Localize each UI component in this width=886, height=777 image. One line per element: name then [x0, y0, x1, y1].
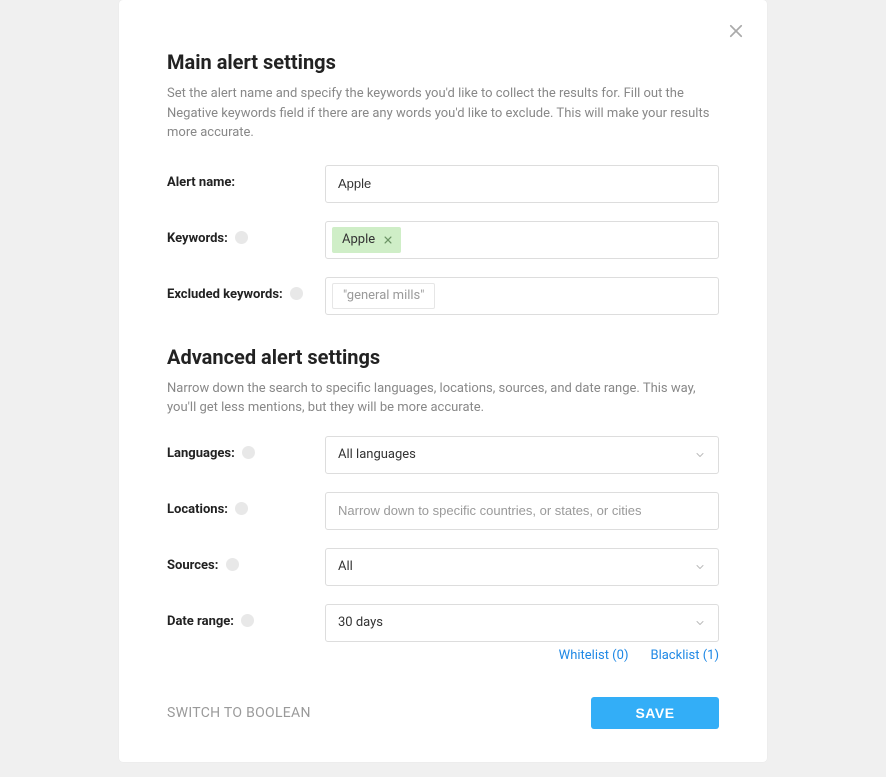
languages-label: Languages:: [167, 446, 235, 461]
remove-tag-icon[interactable]: [381, 233, 395, 247]
main-settings-title: Main alert settings: [167, 0, 719, 74]
sources-value: All: [338, 559, 353, 574]
locations-input[interactable]: [325, 492, 719, 530]
keywords-input[interactable]: Apple: [325, 221, 719, 259]
advanced-settings-title: Advanced alert settings: [167, 345, 719, 369]
excluded-placeholder-tag: "general mills": [332, 283, 435, 309]
date-range-label: Date range:: [167, 614, 234, 629]
switch-to-boolean-button[interactable]: SWITCH TO BOOLEAN: [167, 705, 311, 721]
help-icon[interactable]: [226, 558, 239, 571]
sources-label: Sources:: [167, 558, 218, 573]
chevron-down-icon: [694, 449, 706, 461]
keyword-tag-text: Apple: [342, 232, 375, 247]
alert-name-input[interactable]: [325, 165, 719, 203]
save-button[interactable]: SAVE: [591, 697, 719, 729]
languages-select[interactable]: All languages: [325, 436, 719, 474]
alert-name-label: Alert name:: [167, 175, 235, 190]
sources-select[interactable]: All: [325, 548, 719, 586]
close-icon[interactable]: [727, 22, 745, 40]
chevron-down-icon: [694, 561, 706, 573]
help-icon[interactable]: [290, 287, 303, 300]
whitelist-link[interactable]: Whitelist (0): [559, 648, 629, 663]
chevron-down-icon: [694, 617, 706, 629]
alert-settings-modal: Main alert settings Set the alert name a…: [119, 0, 767, 762]
main-settings-desc: Set the alert name and specify the keywo…: [167, 84, 719, 143]
excluded-keywords-label: Excluded keywords:: [167, 287, 283, 302]
help-icon[interactable]: [242, 446, 255, 459]
excluded-keywords-input[interactable]: "general mills": [325, 277, 719, 315]
languages-value: All languages: [338, 447, 416, 462]
date-range-value: 30 days: [338, 615, 383, 630]
locations-label: Locations:: [167, 502, 228, 517]
help-icon[interactable]: [241, 614, 254, 627]
help-icon[interactable]: [235, 502, 248, 515]
date-range-select[interactable]: 30 days: [325, 604, 719, 642]
keywords-label: Keywords:: [167, 231, 228, 246]
keyword-tag: Apple: [332, 227, 401, 253]
blacklist-link[interactable]: Blacklist (1): [650, 648, 719, 663]
help-icon[interactable]: [235, 231, 248, 244]
advanced-settings-desc: Narrow down the search to specific langu…: [167, 379, 719, 418]
